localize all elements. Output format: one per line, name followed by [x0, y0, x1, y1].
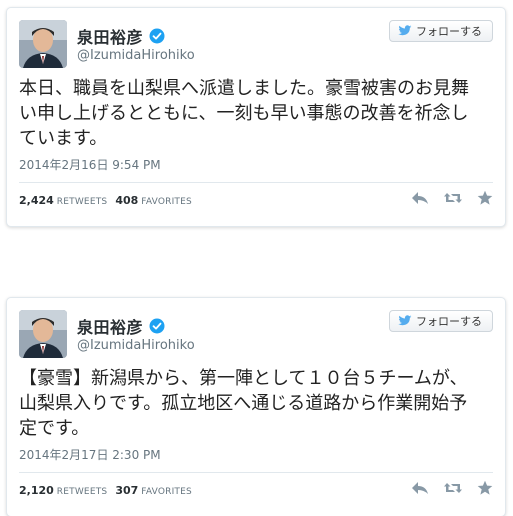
tweet-actions: [411, 190, 493, 206]
tweet-text: 本日、職員を山梨県へ派遣しました。豪雪被害のお見舞 い申し上げるとともに、一刻も…: [19, 78, 469, 149]
tweet-actions: [411, 480, 493, 496]
screen-name[interactable]: @IzumidaHirohiko: [77, 48, 195, 63]
favorite-star-icon[interactable]: [477, 190, 493, 206]
tweet-header: 泉田裕彦 @IzumidaHirohiko フォローする: [19, 20, 493, 70]
reply-icon[interactable]: [411, 480, 429, 496]
tweet-timestamp[interactable]: 2014年2月17日 2:30 PM: [19, 446, 161, 463]
tweet-stats: 2,424 RETWEETS 408 FAVORITES: [19, 194, 192, 207]
screen-name[interactable]: @IzumidaHirohiko: [77, 338, 195, 353]
display-name[interactable]: 泉田裕彦: [77, 314, 143, 338]
retweet-count: 2,424: [19, 194, 54, 207]
divider: [19, 182, 493, 183]
divider: [19, 472, 493, 473]
favorite-label: FAVORITES: [141, 197, 192, 207]
avatar[interactable]: [19, 310, 67, 358]
tweet-card: 泉田裕彦 @IzumidaHirohiko フォローする 本日、職員を山梨県へ派…: [6, 7, 506, 227]
tweet-stats: 2,120 RETWEETS 307 FAVORITES: [19, 484, 192, 497]
favorite-count: 408: [115, 194, 139, 207]
verified-badge-icon: [149, 318, 165, 334]
name-row: 泉田裕彦: [77, 24, 165, 48]
retweet-label: RETWEETS: [56, 487, 108, 497]
favorite-stat[interactable]: 307 FAVORITES: [115, 484, 192, 497]
retweet-label: RETWEETS: [56, 197, 108, 207]
follow-button[interactable]: フォローする: [389, 310, 493, 332]
follow-label: フォローする: [416, 25, 482, 38]
tweet-timestamp[interactable]: 2014年2月16日 9:54 PM: [19, 156, 161, 173]
name-row: 泉田裕彦: [77, 314, 165, 338]
retweet-count: 2,120: [19, 484, 54, 497]
verified-badge-icon: [149, 28, 165, 44]
tweet-header: 泉田裕彦 @IzumidaHirohiko フォローする: [19, 310, 493, 360]
reply-icon[interactable]: [411, 190, 429, 206]
tweet-text: 【豪雪】新潟県から、第一陣として１０台５チームが、 山梨県入りです。孤立地区へ通…: [19, 368, 468, 439]
retweet-icon[interactable]: [443, 480, 463, 496]
favorite-label: FAVORITES: [141, 487, 192, 497]
tweet-card: 泉田裕彦 @IzumidaHirohiko フォローする 【豪雪】新潟県から、第…: [6, 297, 506, 516]
twitter-bird-icon: [398, 315, 412, 326]
follow-label: フォローする: [416, 315, 482, 328]
avatar[interactable]: [19, 20, 67, 68]
favorite-count: 307: [115, 484, 139, 497]
display-name[interactable]: 泉田裕彦: [77, 24, 143, 48]
retweet-stat[interactable]: 2,120 RETWEETS: [19, 484, 107, 497]
retweet-icon[interactable]: [443, 190, 463, 206]
retweet-stat[interactable]: 2,424 RETWEETS: [19, 194, 107, 207]
favorite-star-icon[interactable]: [477, 480, 493, 496]
twitter-bird-icon: [398, 25, 412, 36]
favorite-stat[interactable]: 408 FAVORITES: [115, 194, 192, 207]
follow-button[interactable]: フォローする: [389, 20, 493, 42]
